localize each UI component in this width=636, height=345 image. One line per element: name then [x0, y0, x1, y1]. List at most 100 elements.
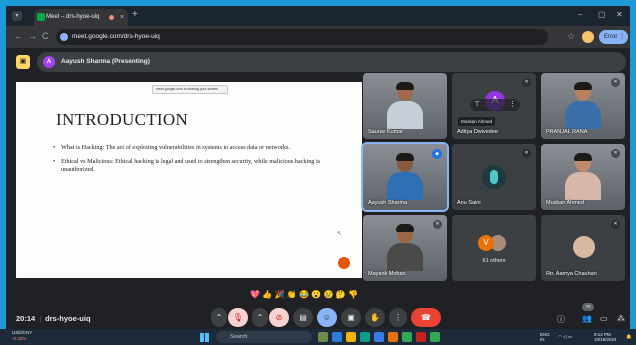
- close-window-button[interactable]: ✕: [616, 10, 623, 19]
- leave-call-button[interactable]: ☎: [411, 308, 441, 327]
- people-icon[interactable]: 👥: [582, 314, 592, 323]
- reload-button[interactable]: C: [42, 31, 49, 41]
- reaction-surprised[interactable]: 😮: [311, 290, 323, 299]
- taskview-icon[interactable]: [318, 332, 328, 342]
- chrome-profile-icon[interactable]: [416, 332, 426, 342]
- participant-video: [565, 153, 601, 200]
- wifi-volume-battery-icon[interactable]: ◠ ◁ ▭: [558, 334, 572, 339]
- clock[interactable]: 8:14 PM 10/18/2024: [594, 332, 617, 342]
- participant-name: Rtr. Aamya Chauhan: [546, 271, 597, 277]
- hang-up-icon: ☎: [421, 313, 431, 322]
- error-button[interactable]: Error ⋮: [599, 30, 628, 44]
- bookmark-star-icon[interactable]: ☆: [567, 31, 575, 42]
- pin-icon[interactable]: ⊤: [474, 100, 480, 108]
- reaction-thumbs-down[interactable]: 👎: [348, 290, 360, 299]
- slide-canvas: meet.google.com is sharing your screen I…: [16, 82, 362, 278]
- audio-wave-avatar: [482, 165, 506, 189]
- raise-hand-button[interactable]: ✋: [365, 308, 385, 327]
- meeting-details-icon[interactable]: ⓘ: [557, 314, 565, 325]
- tab-meet[interactable]: Meet – drs-hyoe-uiq ×: [34, 9, 128, 26]
- present-screen-icon: ▣: [347, 313, 355, 322]
- taskbar-search[interactable]: Search: [216, 331, 312, 343]
- clock-date: 10/18/2024: [594, 337, 617, 342]
- mic-off-icon: ✕: [522, 149, 531, 158]
- store-icon[interactable]: [374, 332, 384, 342]
- reaction-thumbs-up[interactable]: 👍: [262, 290, 274, 299]
- mic-off-icon: 🎙: [232, 313, 244, 322]
- participant-tile[interactable]: ✕ PRANJAL RANA: [541, 73, 625, 139]
- tab-search-button[interactable]: ▾: [12, 11, 22, 21]
- edge-icon[interactable]: [332, 332, 342, 342]
- minimize-button[interactable]: –: [578, 10, 582, 19]
- forward-button[interactable]: →: [28, 31, 37, 41]
- slide-bullet: Ethical vs Malicious: Ethical hacking is…: [53, 158, 343, 174]
- participant-name: Muskan Ahmed: [546, 200, 584, 206]
- stock-widget[interactable]: USD/CNY -0.33%: [12, 330, 32, 342]
- reaction-clap[interactable]: 👏: [287, 290, 299, 299]
- meeting-code: drs-hyoe-uiq: [45, 314, 91, 323]
- participant-avatar: [573, 236, 595, 258]
- chrome-icon[interactable]: [388, 332, 398, 342]
- reaction-heart[interactable]: 💖: [250, 290, 262, 299]
- slide-bullet: What is Hacking: The act of exploiting v…: [53, 144, 343, 152]
- tab-bar: ▾ Meet – drs-hyoe-uiq × + – ▢ ✕: [6, 6, 630, 26]
- participant-tile[interactable]: Saurav Kumar: [363, 73, 447, 139]
- others-tile[interactable]: V 61 others: [452, 215, 536, 281]
- presenter-label: Aayush Sharma (Presenting): [61, 58, 150, 65]
- new-tab-button[interactable]: +: [132, 9, 138, 20]
- slide-title: INTRODUCTION: [56, 110, 189, 129]
- camera-toggle-button[interactable]: ⊘: [269, 308, 289, 327]
- language-indicator[interactable]: ENG IN: [540, 332, 550, 342]
- back-button[interactable]: ←: [14, 31, 23, 41]
- tab-close-icon[interactable]: ×: [120, 9, 124, 26]
- reaction-thinking[interactable]: 🤔: [336, 290, 348, 299]
- mic-off-icon: ✕: [433, 220, 442, 229]
- reaction-laugh[interactable]: 😂: [299, 290, 311, 299]
- windows-taskbar: USD/CNY -0.33% Search ENG IN ◠ ◁ ▭ 8:14 …: [0, 329, 636, 345]
- slide-bullet-list: What is Hacking: The act of exploiting v…: [53, 144, 343, 180]
- participant-name: Saurav Kumar: [368, 129, 404, 135]
- reaction-sad[interactable]: 😢: [324, 290, 336, 299]
- participant-tile[interactable]: ✕ Muskan Ahmed: [541, 144, 625, 210]
- more-options-button[interactable]: ⋮: [389, 308, 407, 327]
- url-field[interactable]: meet.google.com/drs-hyoe-uiq: [56, 29, 548, 45]
- file-explorer-icon[interactable]: [346, 332, 356, 342]
- mic-off-icon: ✕: [611, 149, 620, 158]
- participant-tile[interactable]: ✕ Mayank Mohan: [363, 215, 447, 281]
- profile-avatar[interactable]: [582, 31, 594, 43]
- chrome-profile-icon[interactable]: [402, 332, 412, 342]
- shared-screen: meet.google.com is sharing your screen I…: [16, 82, 362, 278]
- mic-toggle-button[interactable]: 🎙: [228, 308, 248, 327]
- captions-button[interactable]: ▤: [293, 308, 313, 327]
- app-icon[interactable]: [360, 332, 370, 342]
- participant-name: Anu Saini: [457, 200, 481, 206]
- participant-video: [387, 153, 423, 200]
- address-bar-row: ← → C meet.google.com/drs-hyoe-uiq ☆ Err…: [6, 26, 630, 48]
- participant-tile[interactable]: ✕ Rtr. Aamya Chauhan: [541, 215, 625, 281]
- activities-icon[interactable]: ⁂: [617, 314, 625, 323]
- speaking-indicator-icon: ◆: [432, 149, 442, 159]
- audio-options-button[interactable]: ⌃: [211, 308, 227, 327]
- emoji-reactions-button[interactable]: ☺: [317, 308, 337, 327]
- windows-start-icon[interactable]: [200, 333, 209, 342]
- chrome-profile-icon[interactable]: [430, 332, 440, 342]
- browser-window: ▾ Meet – drs-hyoe-uiq × + – ▢ ✕ ← → C me…: [6, 6, 630, 335]
- presenter-indicator-icon: [338, 257, 350, 269]
- participant-tile[interactable]: ✕ Anu Saini: [452, 144, 536, 210]
- present-screen-icon[interactable]: ▣: [16, 55, 30, 69]
- participant-count-badge: 70: [582, 303, 594, 311]
- participant-tile[interactable]: ✕ A ⊤ ⋮ Muskan Ahmed Aditya Dwivedee: [452, 73, 536, 139]
- video-options-button[interactable]: ⌃: [252, 308, 268, 327]
- region-code: IN: [540, 337, 545, 342]
- tile-hover-controls: ⊤ ⋮: [470, 99, 520, 111]
- present-button[interactable]: ▣: [341, 308, 361, 327]
- chat-icon[interactable]: ▭: [600, 314, 608, 323]
- reaction-party[interactable]: 🎉: [275, 290, 287, 299]
- others-count: 61 others: [482, 258, 506, 264]
- mic-off-icon: ✕: [611, 220, 620, 229]
- site-info-icon[interactable]: [60, 33, 68, 41]
- more-options-icon[interactable]: ⋮: [509, 100, 516, 108]
- notification-bell-icon[interactable]: 🔔: [626, 334, 632, 339]
- participant-tile-active[interactable]: ◆ Aayush Sharma: [361, 142, 449, 212]
- maximize-button[interactable]: ▢: [598, 10, 606, 19]
